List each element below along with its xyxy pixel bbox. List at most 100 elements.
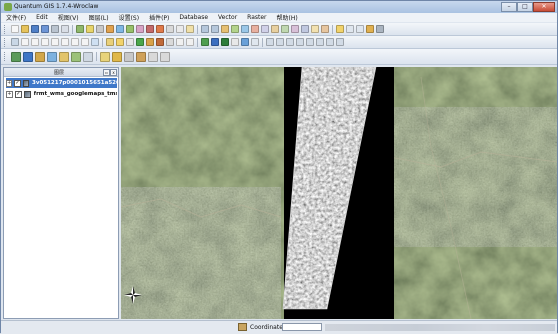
- show-bookmarks-icon[interactable]: [186, 38, 194, 46]
- simplify-icon[interactable]: [221, 25, 229, 33]
- plugin-tool-4-icon[interactable]: [296, 38, 304, 46]
- menu-database[interactable]: Database: [174, 14, 213, 21]
- add-vector-icon[interactable]: [201, 38, 209, 46]
- menu-help[interactable]: 帮助(H): [272, 13, 303, 22]
- layer-visibility-checkbox[interactable]: ✓: [14, 79, 21, 87]
- raster-layer-icon[interactable]: [23, 51, 33, 62]
- reshape-icon[interactable]: [271, 25, 279, 33]
- add-point-icon[interactable]: [106, 25, 114, 33]
- add-polygon-icon[interactable]: [126, 25, 134, 33]
- menu-edit[interactable]: Edit: [31, 14, 53, 21]
- menu-file[interactable]: 文件(F): [1, 13, 31, 22]
- copy-features-icon[interactable]: [176, 25, 184, 33]
- menu-settings[interactable]: 设置(S): [114, 13, 145, 22]
- menu-plugins[interactable]: 插件(P): [144, 13, 174, 22]
- pan-map-icon[interactable]: [11, 38, 19, 46]
- zoom-in-icon[interactable]: [21, 38, 29, 46]
- text-annotation-icon[interactable]: [346, 25, 354, 33]
- toolbar-grip[interactable]: [4, 37, 8, 47]
- toolbar-grip[interactable]: [4, 52, 8, 61]
- title-bar[interactable]: Quantum GIS 1.7.4-Wroclaw – □ ✕: [1, 1, 557, 13]
- toolbar-grip[interactable]: [4, 24, 8, 34]
- add-line-icon[interactable]: [116, 25, 124, 33]
- minimize-button[interactable]: –: [501, 2, 517, 12]
- add-wms-icon[interactable]: [241, 38, 249, 46]
- save-project-icon[interactable]: [31, 25, 39, 33]
- measure-line-icon[interactable]: [146, 38, 154, 46]
- map-tips-icon[interactable]: [166, 38, 174, 46]
- identify-icon[interactable]: [106, 38, 114, 46]
- panel-close-button[interactable]: x: [110, 69, 117, 76]
- digitize-icon[interactable]: [76, 25, 84, 33]
- plugin-tool-3-icon[interactable]: [286, 38, 294, 46]
- contrast-icon[interactable]: [124, 51, 134, 62]
- save-as-icon[interactable]: [41, 25, 49, 33]
- plugin-tool-5-icon[interactable]: [306, 38, 314, 46]
- move-annotation-icon[interactable]: [376, 25, 384, 33]
- add-raster-icon[interactable]: [211, 38, 219, 46]
- map-imagery[interactable]: [121, 67, 557, 319]
- delete-part-icon[interactable]: [261, 25, 269, 33]
- form-annotation-icon[interactable]: [356, 25, 364, 33]
- cut-features-icon[interactable]: [166, 25, 174, 33]
- save-edits-icon[interactable]: [96, 25, 104, 33]
- new-project-icon[interactable]: [11, 25, 19, 33]
- add-spatialite-icon[interactable]: [231, 38, 239, 46]
- zoom-last-icon[interactable]: [71, 38, 79, 46]
- histogram-stretch-icon[interactable]: [100, 51, 110, 62]
- panel-float-button[interactable]: ▫: [103, 69, 110, 76]
- georeferencer-icon[interactable]: [136, 51, 146, 62]
- plugin-tool-1-icon[interactable]: [266, 38, 274, 46]
- remove-layer-icon[interactable]: [47, 51, 57, 62]
- add-ring-icon[interactable]: [231, 25, 239, 33]
- undo-icon[interactable]: [201, 25, 209, 33]
- composer-manager-icon[interactable]: [61, 25, 69, 33]
- measure-area-icon[interactable]: [156, 38, 164, 46]
- expand-toggle-icon[interactable]: +: [6, 90, 13, 98]
- merge-features-icon[interactable]: [301, 25, 309, 33]
- open-project-icon[interactable]: [21, 25, 29, 33]
- open-table-icon[interactable]: [136, 38, 144, 46]
- plugin-tool-9-icon[interactable]: [148, 51, 158, 62]
- layer-properties-icon[interactable]: [35, 51, 45, 62]
- zoom-out-icon[interactable]: [31, 38, 39, 46]
- offset-curve-icon[interactable]: [281, 25, 289, 33]
- plugin-tool-2-icon[interactable]: [276, 38, 284, 46]
- plugin-tool-8-icon[interactable]: [336, 38, 344, 46]
- menu-view[interactable]: 视图(V): [53, 13, 84, 22]
- layer-item-googlemaps[interactable]: + ✓ frmt_wms_googlemaps_tms: [6, 89, 117, 99]
- layer-visibility-checkbox[interactable]: ✓: [14, 90, 22, 98]
- zoom-to-layer-icon[interactable]: [61, 38, 69, 46]
- add-postgis-icon[interactable]: [221, 38, 229, 46]
- move-feature-icon[interactable]: [136, 25, 144, 33]
- zoom-next-icon[interactable]: [81, 38, 89, 46]
- label-icon[interactable]: [336, 25, 344, 33]
- overview-icon[interactable]: [59, 51, 69, 62]
- rotate-symbol-icon[interactable]: [321, 25, 329, 33]
- layer-item-satellite-scene[interactable]: + ✓ 3v051217p0001015651a5200...: [6, 78, 117, 88]
- menu-layer[interactable]: 图层(L): [84, 13, 114, 22]
- svg-annotation-icon[interactable]: [366, 25, 374, 33]
- plugin-tool-6-icon[interactable]: [316, 38, 324, 46]
- zoom-full-icon[interactable]: [41, 38, 49, 46]
- add-wfs-icon[interactable]: [251, 38, 259, 46]
- delete-selected-icon[interactable]: [156, 25, 164, 33]
- map-canvas[interactable]: [121, 67, 557, 319]
- maximize-button[interactable]: □: [517, 2, 533, 12]
- node-tool-icon[interactable]: [146, 25, 154, 33]
- menu-raster[interactable]: Raster: [242, 14, 271, 21]
- split-features-icon[interactable]: [291, 25, 299, 33]
- add-part-icon[interactable]: [241, 25, 249, 33]
- show-all-layers-icon[interactable]: [71, 51, 81, 62]
- layers-panel-header[interactable]: 图层 ▫ x: [4, 68, 118, 77]
- hide-all-layers-icon[interactable]: [83, 51, 93, 62]
- edit-layer-icon[interactable]: [86, 25, 94, 33]
- zoom-to-selection-icon[interactable]: [51, 38, 59, 46]
- print-composer-icon[interactable]: [51, 25, 59, 33]
- paste-features-icon[interactable]: [186, 25, 194, 33]
- plugin-tool-7-icon[interactable]: [326, 38, 334, 46]
- coordinate-toggle-icon[interactable]: [238, 323, 247, 331]
- close-button[interactable]: ✕: [533, 2, 555, 12]
- new-bookmark-icon[interactable]: [176, 38, 184, 46]
- refresh-icon[interactable]: [91, 38, 99, 46]
